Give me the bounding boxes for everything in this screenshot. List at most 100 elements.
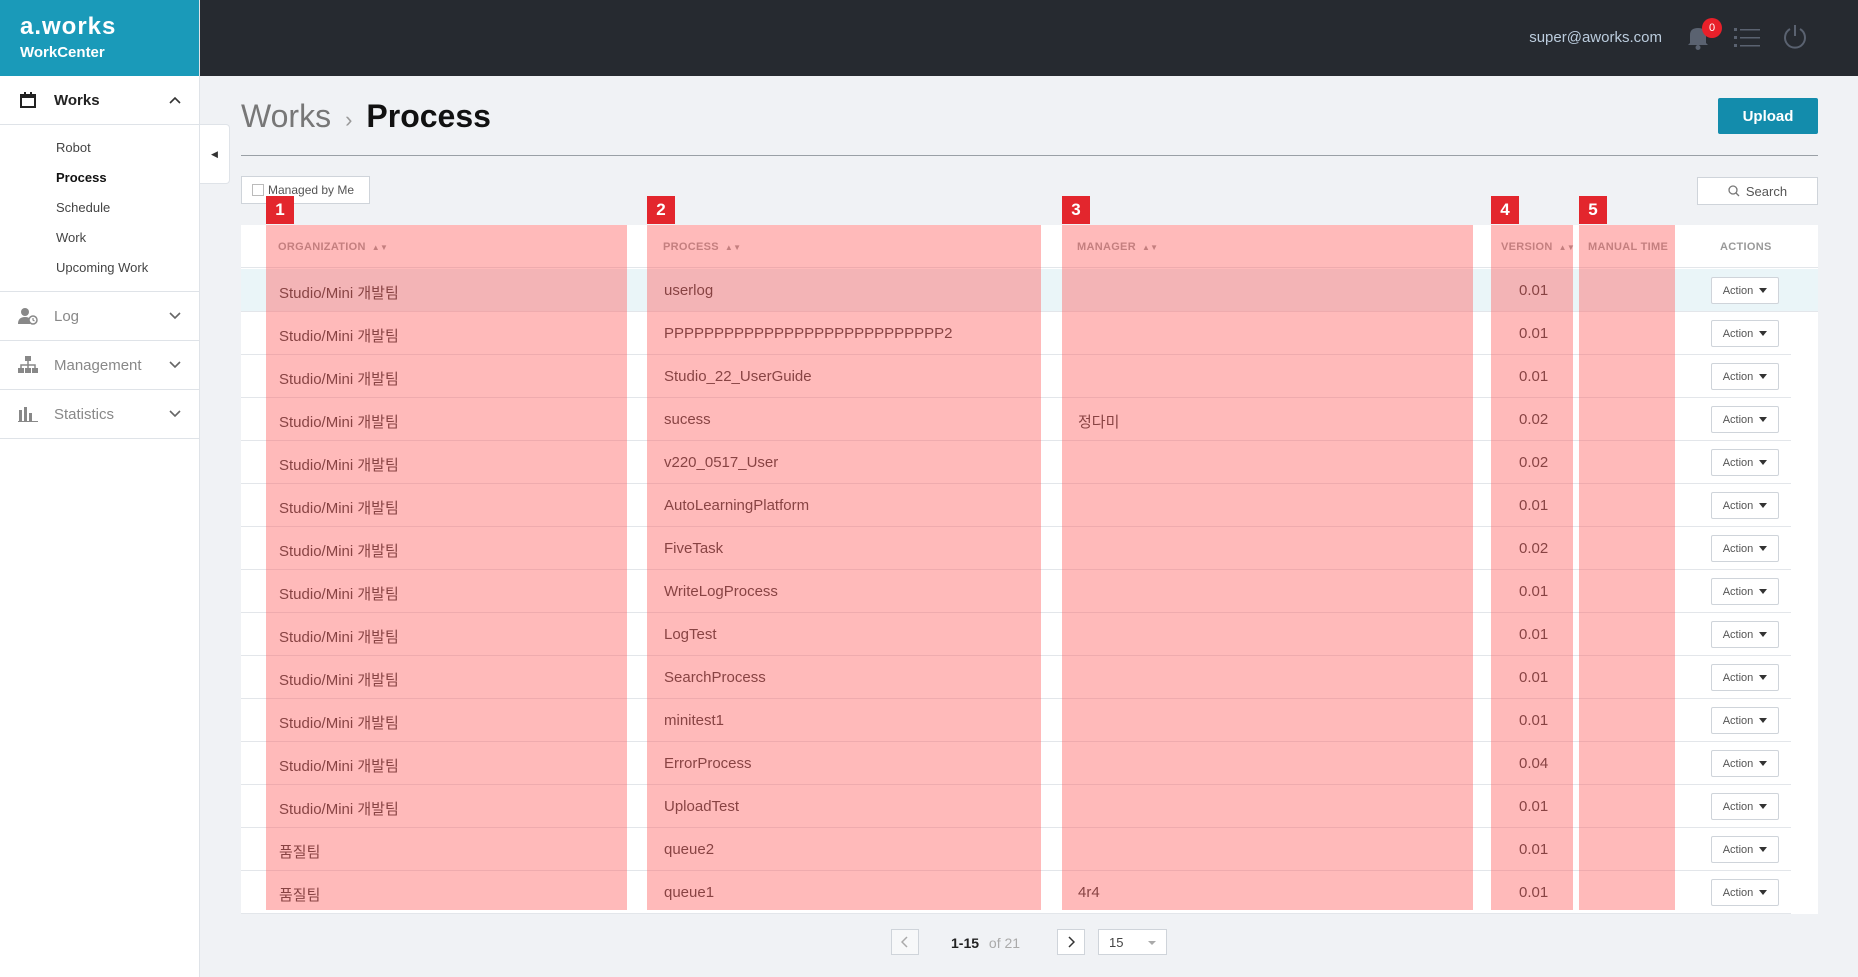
table-row[interactable]: Studio/Mini 개발팀 UploadTest 0.01 Action — [241, 785, 1791, 828]
cell-process[interactable]: PPPPPPPPPPPPPPPPPPPPPPPPPPPP2 — [664, 325, 952, 342]
action-label: Action — [1722, 585, 1754, 598]
action-dropdown-button[interactable]: Action — [1711, 578, 1779, 605]
cell-process[interactable]: SearchProcess — [664, 669, 766, 686]
pagination-prev-button[interactable] — [891, 929, 919, 955]
header-manager[interactable]: MANAGER ▲▼ — [1077, 241, 1158, 253]
cell-process[interactable]: queue1 — [664, 884, 714, 901]
action-dropdown-button[interactable]: Action — [1711, 879, 1779, 906]
sidebar-item-schedule[interactable]: Schedule — [56, 193, 199, 223]
header-process[interactable]: PROCESS ▲▼ — [663, 241, 741, 253]
table-row[interactable]: Studio/Mini 개발팀 AutoLearningPlatform 0.01 A… — [241, 484, 1791, 527]
caret-down-icon — [1759, 847, 1768, 852]
action-dropdown-button[interactable]: Action — [1711, 535, 1779, 562]
table-row[interactable]: Studio/Mini 개발팀 FiveTask 0.02 Action — [241, 527, 1791, 570]
managed-by-me-toggle[interactable]: Managed by Me — [241, 176, 370, 204]
nav-log[interactable]: Log — [0, 292, 199, 341]
checkbox-icon[interactable] — [252, 184, 264, 196]
cell-organization: Studio/Mini 개발팀 — [279, 371, 399, 388]
cell-version: 0.02 — [1519, 454, 1549, 471]
chevron-up-icon — [169, 93, 181, 107]
cell-process[interactable]: userlog — [664, 282, 713, 299]
action-dropdown-button[interactable]: Action — [1711, 406, 1779, 433]
table-row[interactable]: Studio/Mini 개발팀 SearchProcess 0.01 Action — [241, 656, 1791, 699]
annotation-badge-2: 2 — [647, 196, 675, 224]
list-icon[interactable] — [1734, 26, 1760, 48]
cell-process[interactable]: Studio_22_UserGuide — [664, 368, 812, 385]
cell-organization: Studio/Mini 개발팀 — [279, 543, 399, 560]
table-row[interactable]: Studio/Mini 개발팀 minitest1 0.01 Action — [241, 699, 1791, 742]
cell-version: 0.01 — [1519, 583, 1549, 600]
action-dropdown-button[interactable]: Action — [1711, 363, 1779, 390]
nav-works[interactable]: Works — [0, 76, 199, 125]
cell-organization: Studio/Mini 개발팀 — [279, 457, 399, 474]
cell-process[interactable]: v220_0517_User — [664, 454, 778, 471]
table-row[interactable]: Studio/Mini 개발팀 WriteLogProcess 0.01 Action — [241, 570, 1791, 613]
action-dropdown-button[interactable]: Action — [1711, 320, 1779, 347]
sidebar-item-robot[interactable]: Robot — [56, 133, 199, 163]
table-row[interactable]: Studio/Mini 개발팀 Studio_22_UserGuide 0.01 Ac… — [241, 355, 1791, 398]
works-subnav: Robot Process Schedule Work Upcoming Wor… — [0, 125, 199, 292]
cell-process[interactable]: AutoLearningPlatform — [664, 497, 809, 514]
table-row[interactable]: Studio/Mini 개발팀 PPPPPPPPPPPPPPPPPPPPPPPPP… — [241, 312, 1791, 355]
header-version[interactable]: VERSION ▲▼ — [1501, 241, 1575, 253]
action-dropdown-button[interactable]: Action — [1711, 277, 1779, 304]
power-icon[interactable] — [1782, 24, 1808, 50]
cell-organization: Studio/Mini 개발팀 — [279, 328, 399, 345]
cell-process[interactable]: minitest1 — [664, 712, 724, 729]
brand[interactable]: a.works WorkCenter — [0, 0, 199, 76]
sidebar-collapse-button[interactable]: ◀ — [200, 124, 230, 184]
cell-process[interactable]: sucess — [664, 411, 711, 428]
cell-version: 0.01 — [1519, 626, 1549, 643]
table-row[interactable]: Studio/Mini 개발팀 v220_0517_User 0.02 Action — [241, 441, 1791, 484]
cell-process[interactable]: UploadTest — [664, 798, 739, 815]
per-page-select[interactable]: 15 — [1098, 929, 1167, 955]
header-organization[interactable]: ORGANIZATION ▲▼ — [278, 241, 388, 253]
action-dropdown-button[interactable]: Action — [1711, 664, 1779, 691]
table-row[interactable]: Studio/Mini 개발팀 LogTest 0.01 Action — [241, 613, 1791, 656]
pagination-next-button[interactable] — [1057, 929, 1085, 955]
action-dropdown-button[interactable]: Action — [1711, 621, 1779, 648]
cell-version: 0.02 — [1519, 540, 1549, 557]
caret-down-icon — [1759, 288, 1768, 293]
action-dropdown-button[interactable]: Action — [1711, 793, 1779, 820]
nav-statistics[interactable]: Statistics — [0, 390, 199, 439]
caret-down-icon — [1759, 374, 1768, 379]
cell-organization: Studio/Mini 개발팀 — [279, 586, 399, 603]
search-button[interactable]: Search — [1697, 177, 1818, 205]
action-label: Action — [1722, 843, 1754, 856]
action-dropdown-button[interactable]: Action — [1711, 707, 1779, 734]
upload-button[interactable]: Upload — [1718, 98, 1818, 134]
action-dropdown-button[interactable]: Action — [1711, 492, 1779, 519]
table-row[interactable]: Studio/Mini 개발팀 sucess 정다미 0.02 Action — [241, 398, 1791, 441]
user-email[interactable]: super@aworks.com — [1529, 29, 1662, 46]
table-row[interactable]: Studio/Mini 개발팀 ErrorProcess 0.04 Action — [241, 742, 1791, 785]
cell-process[interactable]: WriteLogProcess — [664, 583, 778, 600]
cell-process[interactable]: LogTest — [664, 626, 717, 643]
nav-management-label: Management — [54, 356, 142, 374]
caret-left-icon: ◀ — [211, 148, 218, 159]
cell-process[interactable]: queue2 — [664, 841, 714, 858]
nav-management[interactable]: Management — [0, 341, 199, 390]
sidebar-item-process[interactable]: Process — [56, 163, 199, 193]
cell-process[interactable]: FiveTask — [664, 540, 723, 557]
cell-process[interactable]: ErrorProcess — [664, 755, 752, 772]
page-title: Process — [366, 98, 491, 134]
table-row[interactable]: 품질팀 queue2 0.01 Action — [241, 828, 1791, 871]
table-header: ORGANIZATION ▲▼ PROCESS ▲▼ MANAGER ▲▼ VERSI… — [241, 225, 1818, 268]
caret-down-icon — [1759, 804, 1768, 809]
caret-down-icon — [1759, 503, 1768, 508]
action-dropdown-button[interactable]: Action — [1711, 836, 1779, 863]
action-dropdown-button[interactable]: Action — [1711, 449, 1779, 476]
sidebar-item-work[interactable]: Work — [56, 223, 199, 253]
table-row[interactable]: 품질팀 queue1 4r4 0.01 Action — [241, 871, 1791, 914]
action-dropdown-button[interactable]: Action — [1711, 750, 1779, 777]
breadcrumb-parent[interactable]: Works — [241, 98, 331, 135]
breadcrumb-separator: › — [345, 107, 353, 132]
caret-down-icon — [1759, 718, 1768, 723]
breadcrumb: Works › Process — [241, 98, 491, 135]
table-row[interactable]: Studio/Mini 개발팀 userlog 0.01 Action — [241, 269, 1818, 312]
action-label: Action — [1722, 757, 1754, 770]
sidebar-item-upcoming-work[interactable]: Upcoming Work — [56, 253, 199, 283]
cell-organization: Studio/Mini 개발팀 — [279, 629, 399, 646]
cell-organization: Studio/Mini 개발팀 — [279, 672, 399, 689]
